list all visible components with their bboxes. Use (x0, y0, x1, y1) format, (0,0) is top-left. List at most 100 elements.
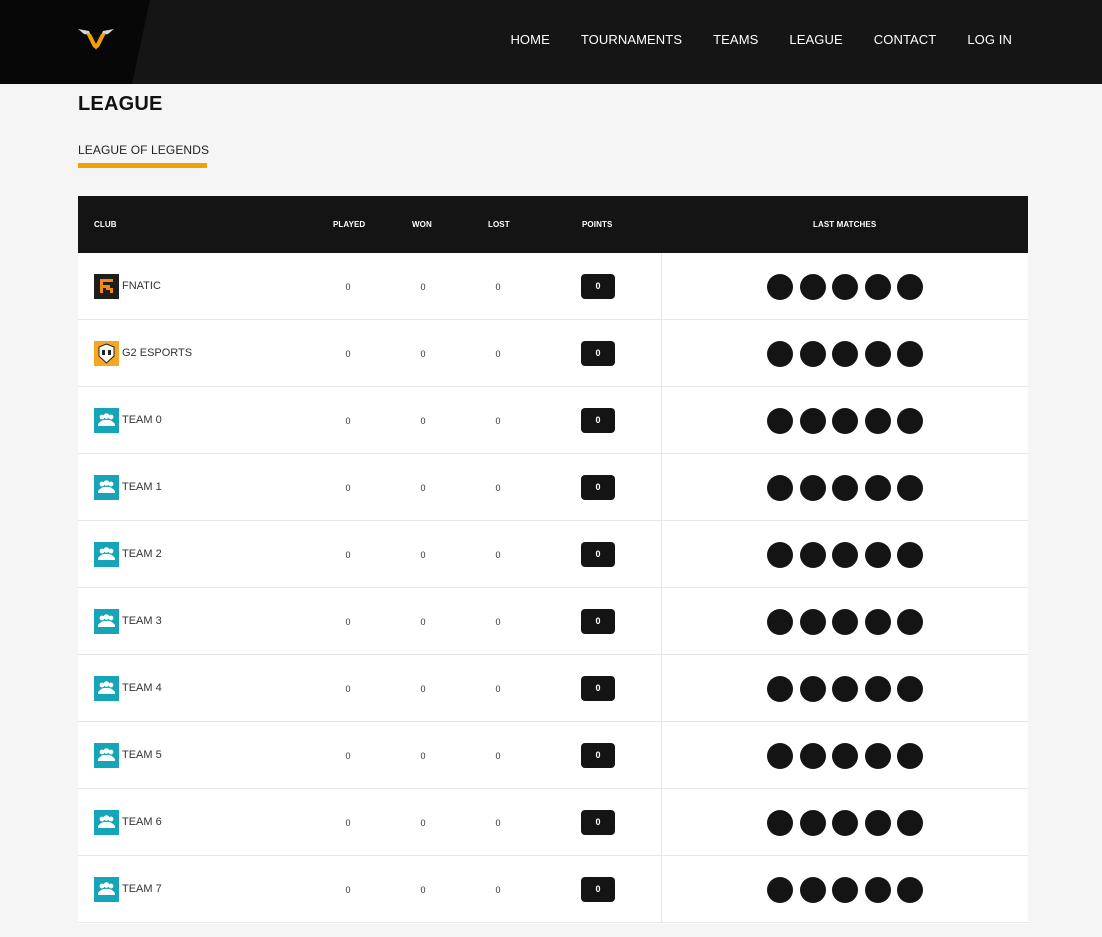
match-result-dot (897, 274, 924, 300)
match-result-dot (799, 743, 826, 769)
team-group-icon (94, 609, 119, 634)
club-name[interactable]: FNATIC (122, 280, 161, 292)
table-row[interactable]: TEAM 3 0 0 0 0 (78, 588, 1028, 655)
club-name[interactable]: TEAM 0 (122, 414, 162, 426)
match-result-dot (767, 408, 793, 434)
match-result-dot (767, 810, 793, 836)
nav-teams[interactable]: TEAMS (713, 31, 758, 49)
column-divider (661, 387, 662, 454)
match-result-dot (832, 743, 859, 769)
club-name[interactable]: TEAM 3 (122, 615, 162, 627)
match-result-dot (799, 810, 826, 836)
column-divider (661, 588, 662, 655)
nav-contact[interactable]: CONTACT (874, 31, 937, 49)
last-matches (767, 810, 930, 836)
column-divider (661, 789, 662, 856)
match-result-dot (799, 475, 826, 501)
match-result-dot (864, 408, 891, 434)
header-points: POINTS (582, 220, 613, 229)
fnatic-logo-icon (94, 274, 119, 299)
column-divider (661, 856, 662, 923)
last-matches (767, 877, 930, 903)
won-value: 0 (420, 751, 426, 761)
table-row[interactable]: TEAM 5 0 0 0 0 (78, 722, 1028, 789)
match-result-dot (767, 341, 793, 367)
table-row[interactable]: TEAM 4 0 0 0 0 (78, 655, 1028, 722)
last-matches (767, 542, 930, 568)
match-result-dot (832, 475, 859, 501)
won-value: 0 (420, 617, 426, 627)
match-result-dot (832, 341, 859, 367)
club-name[interactable]: TEAM 7 (122, 883, 162, 895)
match-result-dot (767, 274, 793, 300)
lost-value: 0 (495, 885, 501, 895)
played-value: 0 (345, 684, 351, 694)
match-result-dot (864, 475, 891, 501)
points-badge: 0 (581, 542, 615, 567)
lost-value: 0 (495, 483, 501, 493)
top-navbar: HOME TOURNAMENTS TEAMS LEAGUE CONTACT LO… (0, 0, 1102, 84)
club-name[interactable]: G2 ESPORTS (122, 347, 192, 359)
team-group-icon (94, 475, 119, 500)
played-value: 0 (345, 282, 351, 292)
match-result-dot (832, 609, 859, 635)
lost-value: 0 (495, 550, 501, 560)
won-value: 0 (420, 483, 426, 493)
header-club: CLUB (94, 220, 117, 229)
match-result-dot (864, 341, 891, 367)
club-name[interactable]: TEAM 1 (122, 481, 162, 493)
points-badge: 0 (581, 810, 615, 835)
lost-value: 0 (495, 617, 501, 627)
played-value: 0 (345, 483, 351, 493)
league-table: CLUB PLAYED WON LOST POINTS LAST MATCHES… (78, 196, 1028, 924)
played-value: 0 (345, 751, 351, 761)
header-lost: LOST (488, 220, 510, 229)
table-row[interactable]: TEAM 7 0 0 0 0 (78, 856, 1028, 923)
played-value: 0 (345, 349, 351, 359)
club-name[interactable]: TEAM 4 (122, 682, 162, 694)
match-result-dot (897, 810, 924, 836)
points-badge: 0 (581, 877, 615, 902)
match-result-dot (897, 475, 924, 501)
active-tab-indicator (78, 163, 207, 168)
nav-tournaments[interactable]: TOURNAMENTS (581, 31, 682, 49)
table-row[interactable]: G2 ESPORTS 0 0 0 0 (78, 320, 1028, 387)
table-row[interactable]: TEAM 1 0 0 0 0 (78, 454, 1028, 521)
table-row[interactable]: FNATIC 0 0 0 0 (78, 253, 1028, 320)
club-name[interactable]: TEAM 6 (122, 816, 162, 828)
won-value: 0 (420, 885, 426, 895)
column-divider (661, 655, 662, 722)
nav-league[interactable]: LEAGUE (789, 31, 842, 49)
match-result-dot (864, 274, 891, 300)
column-divider (661, 320, 662, 387)
lost-value: 0 (495, 282, 501, 292)
match-result-dot (864, 810, 891, 836)
match-result-dot (897, 609, 924, 635)
won-value: 0 (420, 550, 426, 560)
match-result-dot (864, 877, 891, 903)
match-result-dot (864, 609, 891, 635)
club-name[interactable]: TEAM 5 (122, 749, 162, 761)
match-result-dot (897, 676, 924, 702)
tab-league-of-legends[interactable]: LEAGUE OF LEGENDS (78, 143, 209, 157)
table-row[interactable]: TEAM 2 0 0 0 0 (78, 521, 1028, 588)
navbar-accent-panel (0, 0, 150, 84)
team-group-icon (94, 542, 119, 567)
match-result-dot (897, 877, 924, 903)
nav-login[interactable]: LOG IN (967, 31, 1012, 49)
table-row[interactable]: TEAM 6 0 0 0 0 (78, 789, 1028, 856)
won-value: 0 (420, 349, 426, 359)
column-divider (661, 521, 662, 588)
match-result-dot (767, 542, 793, 568)
match-result-dot (832, 542, 859, 568)
nav-home[interactable]: HOME (510, 31, 549, 49)
club-name[interactable]: TEAM 2 (122, 548, 162, 560)
v-wings-logo-icon[interactable] (77, 25, 115, 53)
match-result-dot (832, 274, 859, 300)
played-value: 0 (345, 416, 351, 426)
match-result-dot (799, 341, 826, 367)
header-won: WON (412, 220, 432, 229)
points-badge: 0 (581, 408, 615, 433)
table-row[interactable]: TEAM 0 0 0 0 0 (78, 387, 1028, 454)
lost-value: 0 (495, 818, 501, 828)
